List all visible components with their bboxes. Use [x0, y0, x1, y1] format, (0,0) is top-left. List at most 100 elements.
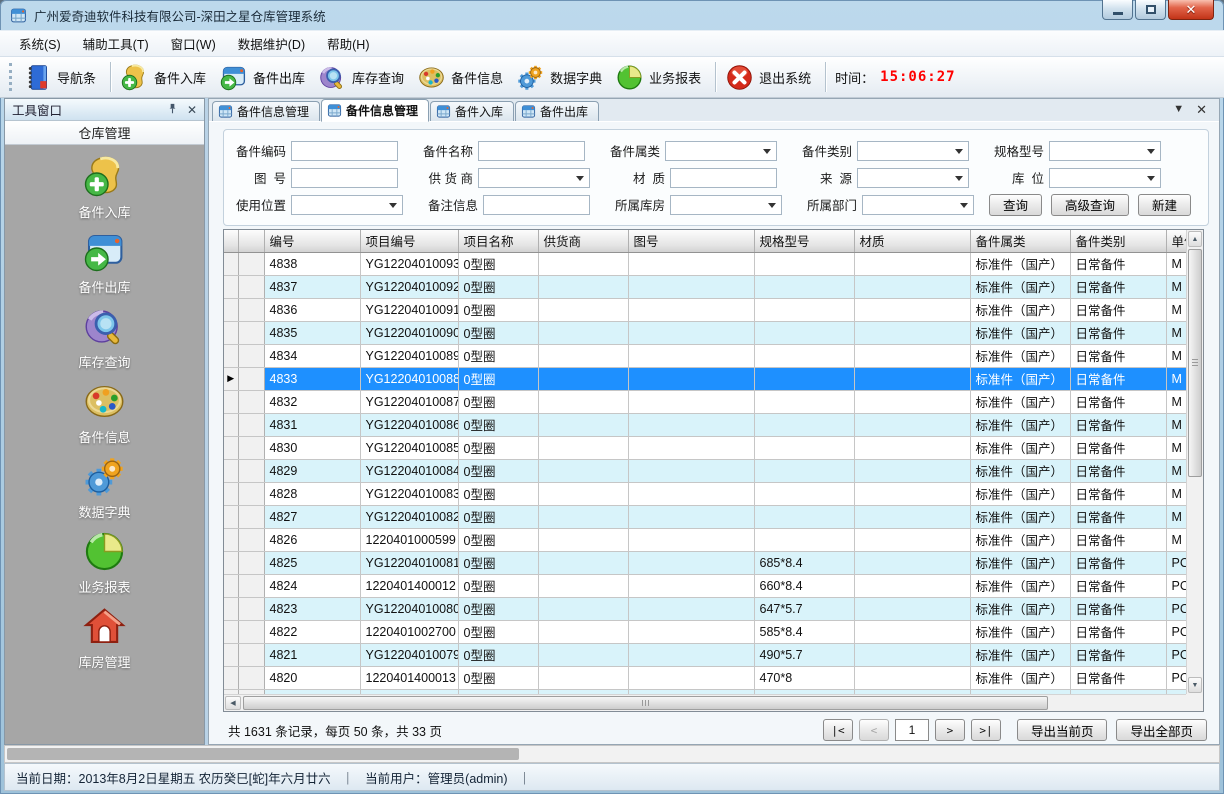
row-header[interactable] — [238, 436, 264, 459]
sidebar-item[interactable]: 备件入库 — [45, 152, 165, 223]
search-select[interactable] — [857, 141, 969, 161]
search-select[interactable] — [857, 168, 969, 188]
column-header[interactable]: 规格型号 — [754, 230, 854, 252]
column-header[interactable]: 图号 — [628, 230, 754, 252]
column-header[interactable]: 供货商 — [538, 230, 628, 252]
table-row[interactable]: 4831YG122040100860型圈标准件（国产）日常备件M — [224, 413, 1186, 436]
search-select[interactable] — [665, 141, 777, 161]
row-header[interactable] — [238, 643, 264, 666]
row-header[interactable] — [238, 551, 264, 574]
search-select[interactable] — [291, 195, 403, 215]
column-header[interactable]: 编号 — [264, 230, 360, 252]
toolbar-button[interactable]: 数据字典 — [512, 60, 611, 95]
column-header[interactable]: 材质 — [854, 230, 970, 252]
sidebar-item[interactable]: 库房管理 — [45, 602, 165, 673]
toolbar-button[interactable]: 退出系统 — [721, 60, 820, 95]
menu-item[interactable]: 帮助(H) — [316, 30, 380, 57]
new-button[interactable]: 新建 — [1138, 194, 1191, 216]
row-header[interactable] — [238, 620, 264, 643]
tab-list-dropdown-icon[interactable]: ▼ — [1173, 104, 1184, 115]
vertical-scrollbar-thumb[interactable] — [1188, 249, 1202, 477]
column-header[interactable]: 单位 — [1166, 230, 1186, 252]
toolbar-button[interactable]: 备件入库 — [116, 60, 215, 95]
last-page-button[interactable]: >| — [971, 719, 1001, 741]
search-select[interactable] — [1049, 168, 1161, 188]
export-current-page-button[interactable]: 导出当前页 — [1017, 719, 1108, 741]
advanced-query-button[interactable]: 高级查询 — [1051, 194, 1129, 216]
toolbar-button[interactable]: 业务报表 — [611, 60, 710, 95]
row-header[interactable] — [238, 597, 264, 620]
scroll-up-icon[interactable]: ▲ — [1188, 231, 1202, 247]
column-header[interactable]: 备件属类 — [970, 230, 1070, 252]
search-input[interactable] — [478, 141, 585, 161]
table-row[interactable]: 4829YG122040100840型圈标准件（国产）日常备件M — [224, 459, 1186, 482]
row-header[interactable] — [238, 344, 264, 367]
table-row[interactable]: 4832YG122040100870型圈标准件（国产）日常备件M — [224, 390, 1186, 413]
query-button[interactable]: 查询 — [989, 194, 1042, 216]
horizontal-scrollbar[interactable]: ◀ — [224, 694, 1186, 711]
search-select[interactable] — [670, 195, 782, 215]
row-header[interactable] — [238, 298, 264, 321]
table-row[interactable]: 4821YG122040100790型圈490*5.7标准件（国产）日常备件PC — [224, 643, 1186, 666]
column-header[interactable]: 备件类别 — [1070, 230, 1166, 252]
sidebar-item[interactable]: 备件出库 — [45, 227, 165, 298]
column-header[interactable]: 项目名称 — [458, 230, 538, 252]
table-row[interactable]: 4828YG122040100830型圈标准件（国产）日常备件M — [224, 482, 1186, 505]
sidebar-item[interactable]: 业务报表 — [45, 527, 165, 598]
row-header[interactable] — [238, 390, 264, 413]
menu-item[interactable]: 系统(S) — [8, 30, 72, 57]
menu-item[interactable]: 窗口(W) — [160, 30, 227, 57]
tab-item[interactable]: 备件出库 — [515, 101, 599, 121]
table-row[interactable]: 482612204010005990型圈标准件（国产）日常备件M — [224, 528, 1186, 551]
table-row[interactable]: 4837YG122040100920型圈标准件（国产）日常备件M — [224, 275, 1186, 298]
minimize-button[interactable] — [1102, 0, 1133, 20]
tool-window-close-icon[interactable]: ✕ — [187, 103, 197, 117]
close-button[interactable]: ✕ — [1168, 0, 1214, 20]
bottom-scroll-thumb[interactable] — [7, 748, 519, 760]
table-row[interactable]: 4836YG122040100910型圈标准件（国产）日常备件M — [224, 298, 1186, 321]
search-select[interactable] — [862, 195, 974, 215]
sidebar-item[interactable]: 备件信息 — [45, 377, 165, 448]
row-header[interactable] — [238, 482, 264, 505]
pin-icon[interactable] — [167, 103, 178, 117]
column-header[interactable]: 项目编号 — [360, 230, 458, 252]
scroll-down-icon[interactable]: ▼ — [1188, 677, 1202, 693]
table-row[interactable]: 4835YG122040100900型圈标准件（国产）日常备件M — [224, 321, 1186, 344]
row-header[interactable] — [238, 459, 264, 482]
tab-item[interactable]: 备件入库 — [430, 101, 514, 121]
row-header[interactable] — [238, 574, 264, 597]
search-input[interactable] — [291, 168, 398, 188]
search-input[interactable] — [291, 141, 398, 161]
search-select[interactable] — [1049, 141, 1161, 161]
table-row[interactable]: 482212204010027000型圈585*8.4标准件（国产）日常备件PC — [224, 620, 1186, 643]
page-number-input[interactable]: 1 — [895, 719, 929, 741]
toolbar-button[interactable]: 备件信息 — [413, 60, 512, 95]
vertical-scrollbar[interactable]: ▲ ▼ — [1186, 230, 1203, 694]
toolbar-button[interactable]: 导航条 — [19, 60, 105, 95]
search-select[interactable] — [478, 168, 590, 188]
menu-item[interactable]: 数据维护(D) — [227, 30, 316, 57]
tab-close-icon[interactable]: ✕ — [1196, 103, 1207, 116]
menu-item[interactable]: 辅助工具(T) — [72, 30, 160, 57]
first-page-button[interactable]: |< — [823, 719, 853, 741]
maximize-button[interactable] — [1135, 0, 1166, 20]
scroll-left-icon[interactable]: ◀ — [225, 696, 241, 710]
warehouse-section-header[interactable]: 仓库管理 — [5, 121, 204, 145]
row-header[interactable] — [238, 367, 264, 390]
toolbar-button[interactable]: 备件出库 — [215, 60, 314, 95]
table-row[interactable]: 4838YG122040100930型圈标准件（国产）日常备件M — [224, 252, 1186, 275]
toolbar-button[interactable]: 库存查询 — [314, 60, 413, 95]
export-all-pages-button[interactable]: 导出全部页 — [1116, 719, 1207, 741]
table-row[interactable]: ▶4833YG122040100880型圈标准件（国产）日常备件M — [224, 367, 1186, 390]
row-header[interactable] — [238, 252, 264, 275]
table-row[interactable]: 482412204014000120型圈660*8.4标准件（国产）日常备件PC — [224, 574, 1186, 597]
row-header[interactable] — [238, 505, 264, 528]
horizontal-scrollbar-thumb[interactable] — [243, 696, 1048, 710]
table-row[interactable]: 4830YG122040100850型圈标准件（国产）日常备件M — [224, 436, 1186, 459]
row-header[interactable] — [238, 666, 264, 689]
sidebar-item[interactable]: 库存查询 — [45, 302, 165, 373]
table-row[interactable]: 482012204014000130型圈470*8标准件（国产）日常备件PC — [224, 666, 1186, 689]
table-row[interactable]: 4825YG122040100810型圈685*8.4标准件（国产）日常备件PC — [224, 551, 1186, 574]
table-row[interactable]: 4823YG122040100800型圈647*5.7标准件（国产）日常备件PC — [224, 597, 1186, 620]
row-header[interactable] — [238, 528, 264, 551]
